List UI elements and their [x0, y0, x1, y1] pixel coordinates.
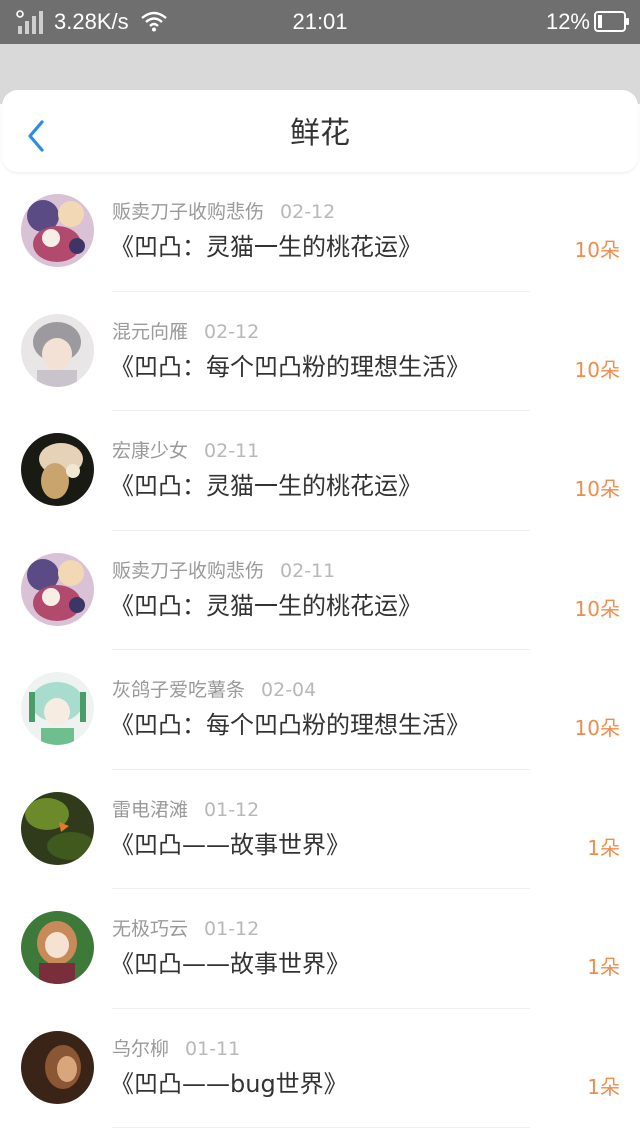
- flower-count: 10朵: [574, 477, 620, 501]
- avatar[interactable]: [21, 911, 94, 984]
- avatar-image: [21, 433, 94, 506]
- work-title[interactable]: 《凹凸——bug世界》: [110, 1067, 348, 1101]
- username[interactable]: 混元向雁: [112, 321, 188, 343]
- avatar[interactable]: [21, 672, 94, 745]
- page-title: 鲜花: [290, 116, 350, 151]
- flower-count: 1朵: [587, 955, 620, 979]
- username[interactable]: 乌尔柳: [112, 1038, 169, 1060]
- work-title[interactable]: 《凹凸：每个凹凸粉的理想生活》: [110, 708, 470, 742]
- nav-bar: 鲜花: [2, 90, 638, 172]
- battery-icon: [594, 11, 629, 32]
- work-title[interactable]: 《凹凸：灵猫一生的桃花运》: [110, 589, 422, 623]
- avatar[interactable]: [21, 194, 94, 267]
- flower-count: 10朵: [574, 357, 620, 382]
- item-meta: 贩卖刀子收购悲伤 02-12: [112, 200, 335, 224]
- username[interactable]: 宏康少女: [112, 440, 188, 462]
- flower-count: 1朵: [587, 835, 620, 860]
- flower-record-list: 贩卖刀子收购悲伤 02-12 《凹凸：灵猫一生的桃花运》 10朵 混元向雁 02-1…: [0, 172, 640, 1128]
- avatar[interactable]: [21, 313, 94, 387]
- list-item[interactable]: 乌尔柳 01-11 《凹凸——bug世界》 1朵: [0, 1009, 640, 1128]
- item-meta: 灰鸽子爱吃薯条 02-04: [112, 678, 316, 702]
- item-meta: 宏康少女 02-11: [112, 439, 259, 463]
- username[interactable]: 贩卖刀子收购悲伤: [112, 560, 264, 582]
- date: 02-04: [261, 679, 317, 701]
- date: 02-11: [280, 559, 336, 582]
- item-meta: 雷电涒滩 01-12: [112, 798, 259, 822]
- item-meta: 混元向雁 02-12: [112, 320, 259, 344]
- list-item[interactable]: 贩卖刀子收购悲伤 02-12 《凹凸：灵猫一生的桃花运》 10朵: [0, 172, 640, 292]
- avatar-image: [21, 1030, 94, 1104]
- list-item[interactable]: 灰鸽子爱吃薯条 02-04 《凹凸：每个凹凸粉的理想生活》 10朵: [0, 650, 640, 770]
- date: 01-11: [185, 1037, 241, 1060]
- work-title[interactable]: 《凹凸——故事世界》: [110, 828, 350, 862]
- flower-count: 10朵: [574, 238, 620, 262]
- avatar-image: [21, 911, 94, 984]
- flower-count: 10朵: [574, 716, 620, 740]
- work-title[interactable]: 《凹凸：灵猫一生的桃花运》: [110, 469, 422, 503]
- list-item[interactable]: 贩卖刀子收购悲伤 02-11 《凹凸：灵猫一生的桃花运》 10朵: [0, 531, 640, 650]
- avatar-image: [21, 672, 94, 745]
- username[interactable]: 雷电涒滩: [112, 799, 188, 821]
- avatar-image: [21, 194, 94, 267]
- status-bar: 3.28K/s 21:01 12%: [0, 0, 640, 44]
- work-title[interactable]: 《凹凸——故事世界》: [110, 947, 350, 981]
- avatar[interactable]: [21, 791, 94, 865]
- username[interactable]: 无极巧云: [112, 918, 188, 940]
- clock: 21:01: [292, 9, 348, 34]
- list-item[interactable]: 混元向雁 02-12 《凹凸：每个凹凸粉的理想生活》 10朵: [0, 292, 640, 411]
- item-meta: 乌尔柳 01-11: [112, 1037, 240, 1061]
- avatar-image: [21, 791, 94, 865]
- date: 01-12: [204, 918, 260, 940]
- item-meta: 贩卖刀子收购悲伤 02-11: [112, 559, 335, 583]
- avatar-image: [21, 313, 94, 387]
- flower-count: 1朵: [587, 1074, 620, 1099]
- flower-count: 10朵: [574, 596, 620, 621]
- work-title[interactable]: 《凹凸：灵猫一生的桃花运》: [110, 230, 422, 264]
- list-item[interactable]: 宏康少女 02-11 《凹凸：灵猫一生的桃花运》 10朵: [0, 411, 640, 531]
- avatar[interactable]: [21, 1030, 94, 1104]
- date: 02-12: [280, 201, 336, 223]
- username[interactable]: 贩卖刀子收购悲伤: [112, 201, 264, 223]
- username[interactable]: 灰鸽子爱吃薯条: [112, 679, 245, 701]
- date: 02-12: [204, 320, 260, 343]
- work-title[interactable]: 《凹凸：每个凹凸粉的理想生活》: [110, 350, 470, 384]
- date: 01-12: [204, 798, 260, 821]
- avatar-image: [21, 552, 94, 626]
- list-item[interactable]: 雷电涒滩 01-12 《凹凸——故事世界》 1朵: [0, 770, 640, 889]
- avatar[interactable]: [21, 552, 94, 626]
- divider: [112, 1127, 530, 1128]
- date: 02-11: [204, 440, 260, 462]
- list-item[interactable]: 无极巧云 01-12 《凹凸——故事世界》 1朵: [0, 889, 640, 1009]
- item-meta: 无极巧云 01-12: [112, 917, 259, 941]
- battery-percent: 12%: [545, 9, 590, 34]
- avatar[interactable]: [21, 433, 94, 506]
